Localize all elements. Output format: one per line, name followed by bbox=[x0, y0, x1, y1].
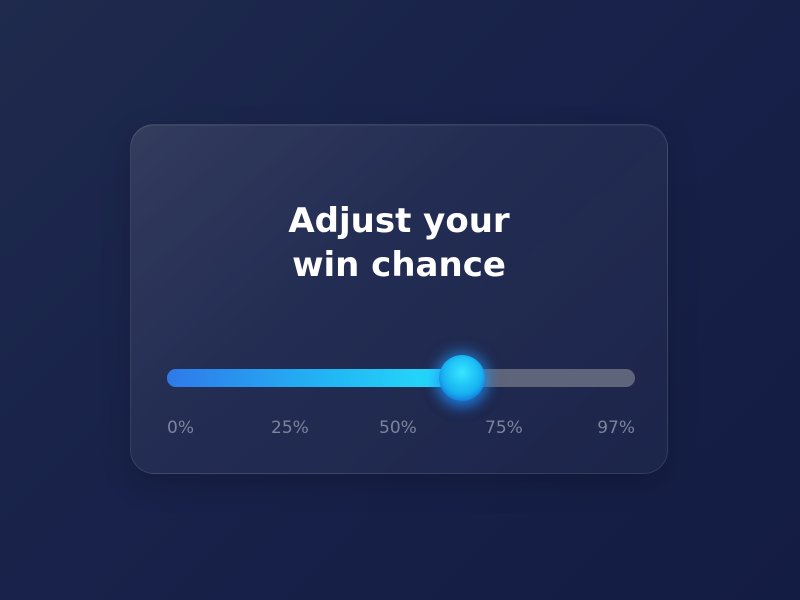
card-title: Adjust your win chance bbox=[131, 199, 667, 287]
tick-label-97: 97% bbox=[597, 418, 635, 438]
win-chance-slider[interactable] bbox=[167, 355, 635, 401]
tick-label-25: 25% bbox=[271, 418, 309, 438]
card-title-line-1: Adjust your bbox=[288, 201, 510, 241]
tick-label-50: 50% bbox=[379, 418, 417, 438]
slider-tick-labels: 0% 25% 50% 75% 97% bbox=[167, 413, 635, 443]
tick-label-0: 0% bbox=[167, 418, 194, 438]
tick-label-75: 75% bbox=[485, 418, 523, 438]
win-chance-card: Adjust your win chance 0% 25% 50% 75% 97… bbox=[130, 124, 668, 474]
card-title-line-2: win chance bbox=[292, 245, 506, 285]
slider-fill bbox=[167, 369, 462, 387]
slider-thumb[interactable] bbox=[438, 355, 485, 401]
